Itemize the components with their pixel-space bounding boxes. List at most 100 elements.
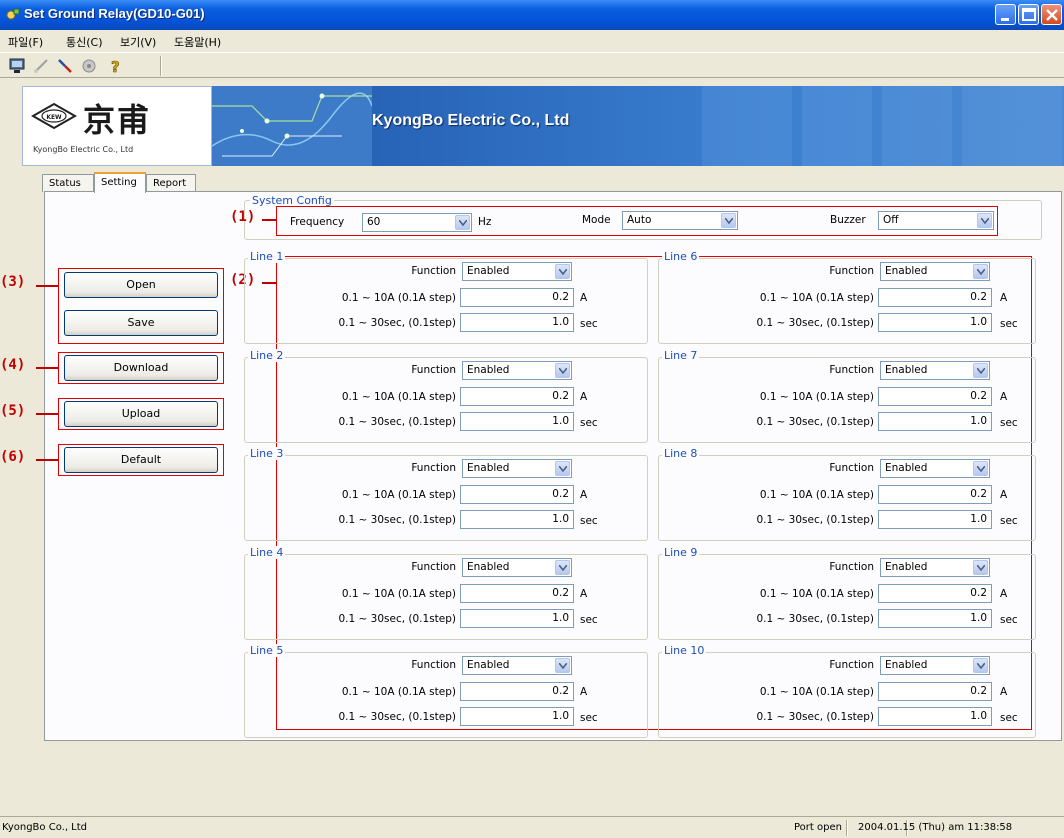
annotation-connector [36,367,58,369]
function-select[interactable]: Enabled [462,656,572,675]
time-input[interactable]: 1.0 [460,707,574,726]
disconnect-icon[interactable] [56,57,74,75]
current-unit: A [1000,489,1008,501]
current-value: 0.2 [970,587,987,599]
function-value: Enabled [885,659,928,671]
title-bar[interactable]: Set Ground Relay(GD10-G01) [0,0,1064,30]
toolbar: ? [0,52,1064,78]
current-range-label: 0.1 ~ 10A (0.1A step) [759,489,874,501]
time-input[interactable]: 1.0 [460,609,574,628]
tab-setting[interactable]: Setting [94,172,146,193]
current-value: 0.2 [970,685,987,697]
minimize-button[interactable] [995,4,1016,25]
function-select[interactable]: Enabled [880,459,990,478]
current-input[interactable]: 0.2 [460,387,574,406]
current-input[interactable]: 0.2 [878,584,992,603]
current-input[interactable]: 0.2 [460,584,574,603]
logo-text: 京甫 [83,101,152,139]
time-range-label: 0.1 ~ 30sec, (0.1step) [756,711,874,723]
download-button[interactable]: Download [64,355,218,381]
time-input[interactable]: 1.0 [460,313,574,332]
time-input[interactable]: 1.0 [878,609,992,628]
function-label: Function [411,265,456,277]
settings-icon[interactable] [80,57,98,75]
function-select[interactable]: Enabled [880,262,990,281]
mode-value: Auto [627,214,652,226]
computer-icon[interactable] [8,57,26,75]
current-input[interactable]: 0.2 [878,485,992,504]
maximize-icon [1022,8,1036,21]
connect-icon[interactable] [32,57,50,75]
function-label: Function [829,462,874,474]
mode-select[interactable]: Auto [622,211,738,230]
current-unit: A [1000,292,1008,304]
time-input[interactable]: 1.0 [878,707,992,726]
current-value: 0.2 [970,390,987,402]
time-input[interactable]: 1.0 [878,313,992,332]
line-legend: Line 3 [248,447,286,460]
time-unit: sec [580,318,598,330]
time-value: 1.0 [552,710,569,722]
maximize-button[interactable] [1018,4,1039,25]
function-select[interactable]: Enabled [880,558,990,577]
chevron-down-icon [555,658,570,673]
time-value: 1.0 [970,415,987,427]
function-select[interactable]: Enabled [462,558,572,577]
current-input[interactable]: 0.2 [878,288,992,307]
current-range-label: 0.1 ~ 10A (0.1A step) [759,391,874,403]
time-input[interactable]: 1.0 [460,412,574,431]
function-select[interactable]: Enabled [462,459,572,478]
tab-report[interactable]: Report [146,174,196,192]
banner-block [962,86,1062,166]
time-range-label: 0.1 ~ 30sec, (0.1step) [756,317,874,329]
time-input[interactable]: 1.0 [460,510,574,529]
function-select[interactable]: Enabled [880,361,990,380]
current-range-label: 0.1 ~ 10A (0.1A step) [341,588,456,600]
current-range-label: 0.1 ~ 10A (0.1A step) [341,489,456,501]
close-icon [1046,9,1058,21]
time-input[interactable]: 1.0 [878,412,992,431]
function-select[interactable]: Enabled [462,361,572,380]
upload-button[interactable]: Upload [64,401,218,427]
time-value: 1.0 [552,415,569,427]
menu-comm[interactable]: 통신(C) [66,34,103,50]
function-label: Function [411,561,456,573]
close-button[interactable] [1041,4,1062,25]
current-input[interactable]: 0.2 [460,485,574,504]
time-value: 1.0 [552,513,569,525]
time-input[interactable]: 1.0 [878,510,992,529]
status-datetime: 2004.01.15 (Thu) am 11:38:58 [858,822,1013,833]
current-value: 0.2 [970,291,987,303]
default-button[interactable]: Default [64,447,218,473]
current-input[interactable]: 0.2 [460,682,574,701]
current-value: 0.2 [970,488,987,500]
function-select[interactable]: Enabled [880,656,990,675]
current-unit: A [1000,391,1008,403]
time-unit: sec [580,417,598,429]
time-value: 1.0 [970,513,987,525]
line-legend: Line 5 [248,644,286,657]
current-input[interactable]: 0.2 [878,387,992,406]
current-input[interactable]: 0.2 [460,288,574,307]
line-legend: Line 2 [248,349,286,362]
tab-status[interactable]: Status [42,174,94,192]
save-button[interactable]: Save [64,310,218,336]
chevron-down-icon [555,363,570,378]
current-unit: A [1000,686,1008,698]
open-button[interactable]: Open [64,272,218,298]
line-legend: Line 10 [662,644,707,657]
menu-view[interactable]: 보기(V) [120,34,156,50]
function-value: Enabled [467,561,510,573]
help-icon[interactable]: ? [106,57,124,75]
frequency-select[interactable]: 60 [362,213,472,232]
banner-decoration [702,86,1062,166]
buzzer-select[interactable]: Off [878,211,994,230]
time-range-label: 0.1 ~ 30sec, (0.1step) [756,613,874,625]
function-select[interactable]: Enabled [462,262,572,281]
menu-help[interactable]: 도움말(H) [174,34,221,50]
menu-file[interactable]: 파일(F) [8,34,43,50]
current-input[interactable]: 0.2 [878,682,992,701]
time-range-label: 0.1 ~ 30sec, (0.1step) [756,514,874,526]
frequency-label: Frequency [290,216,345,228]
company-banner: KEW 京甫 KyongBo Electric Co., Ltd KyongBo… [22,86,1064,166]
